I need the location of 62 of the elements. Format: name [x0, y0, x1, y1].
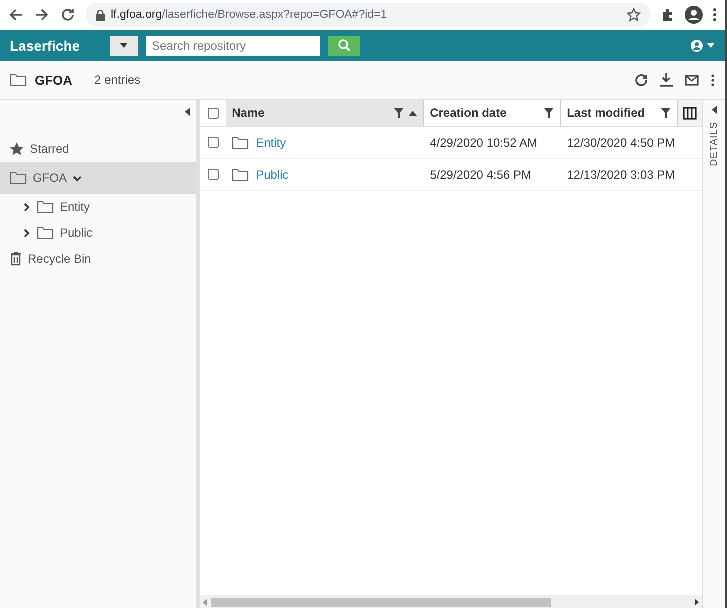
tree-item[interactable]: Recycle Bin [0, 246, 196, 272]
reload-icon [60, 7, 76, 23]
scroll-left-icon [203, 598, 208, 606]
more-icon [713, 8, 717, 22]
mail-icon [685, 74, 699, 86]
sort-ascending-icon [409, 110, 418, 116]
tree-item[interactable]: Public [0, 220, 196, 246]
tree-item[interactable]: Entity [0, 194, 196, 220]
folder-icon [232, 136, 250, 150]
caret-icon [120, 43, 128, 48]
address-bar[interactable]: lf.gfoa.org/laserfiche/Browse.aspx?repo=GFOA#?id=1 [86, 3, 651, 27]
folder-icon [10, 73, 27, 87]
lock-icon [96, 10, 105, 20]
search-icon [338, 39, 350, 52]
more-icon [711, 74, 715, 86]
table-cell-text: 5/29/2020 4:56 PM [429, 168, 533, 182]
folder-title: GFOA [35, 72, 73, 88]
select-all-checkbox[interactable] [208, 108, 219, 118]
tree-item[interactable]: Starred [0, 136, 196, 162]
download-icon [660, 73, 673, 87]
account-icon [685, 6, 703, 24]
chevron-down-icon [73, 174, 82, 182]
search-field[interactable]: Search repository [146, 36, 320, 56]
filter-icon [661, 108, 672, 118]
filter-icon [544, 108, 554, 118]
folder-icon [10, 171, 27, 185]
row-checkbox[interactable] [208, 169, 219, 180]
entry-link[interactable]: Public [256, 168, 289, 182]
column-header[interactable]: Creation date [424, 100, 562, 126]
row-checkbox[interactable] [208, 137, 219, 148]
chevron-right-icon [22, 202, 31, 212]
user-icon [691, 40, 703, 52]
trash-icon [10, 252, 22, 266]
table-cell-text: 12/13/2020 3:03 PM [566, 168, 676, 182]
puzzle-icon [661, 8, 675, 22]
table-cell-text: 4/29/2020 10:52 AM [429, 136, 539, 150]
column-header[interactable]: Name [226, 100, 424, 126]
folder-icon [232, 168, 250, 182]
filter-icon [394, 108, 404, 118]
tree-item[interactable]: GFOA [0, 162, 196, 194]
entry-count: 2 entries [94, 73, 141, 87]
folder-icon [37, 226, 54, 240]
columns-button[interactable] [678, 100, 702, 126]
horizontal-scrollbar[interactable] [200, 595, 702, 608]
back-icon [8, 7, 24, 23]
chevron-right-icon [22, 228, 31, 238]
expand-icon [712, 106, 717, 114]
details-tab[interactable]: DETAILS [708, 122, 720, 166]
star-outline-icon [627, 8, 641, 22]
search-button[interactable] [328, 36, 360, 56]
forward-icon [34, 7, 50, 23]
folder-icon [37, 200, 54, 214]
collapse-icon [185, 108, 190, 116]
entry-link[interactable]: Entity [256, 136, 286, 150]
columns-icon [683, 106, 698, 120]
table-cell-text: 12/30/2020 4:50 PM [566, 136, 676, 150]
refresh-icon [635, 74, 648, 86]
caret-icon [707, 43, 715, 48]
scroll-right-icon [695, 598, 700, 606]
app-logo: Laserfiche [10, 38, 82, 54]
star-icon [10, 142, 24, 156]
search-scope-dropdown[interactable] [110, 36, 138, 56]
